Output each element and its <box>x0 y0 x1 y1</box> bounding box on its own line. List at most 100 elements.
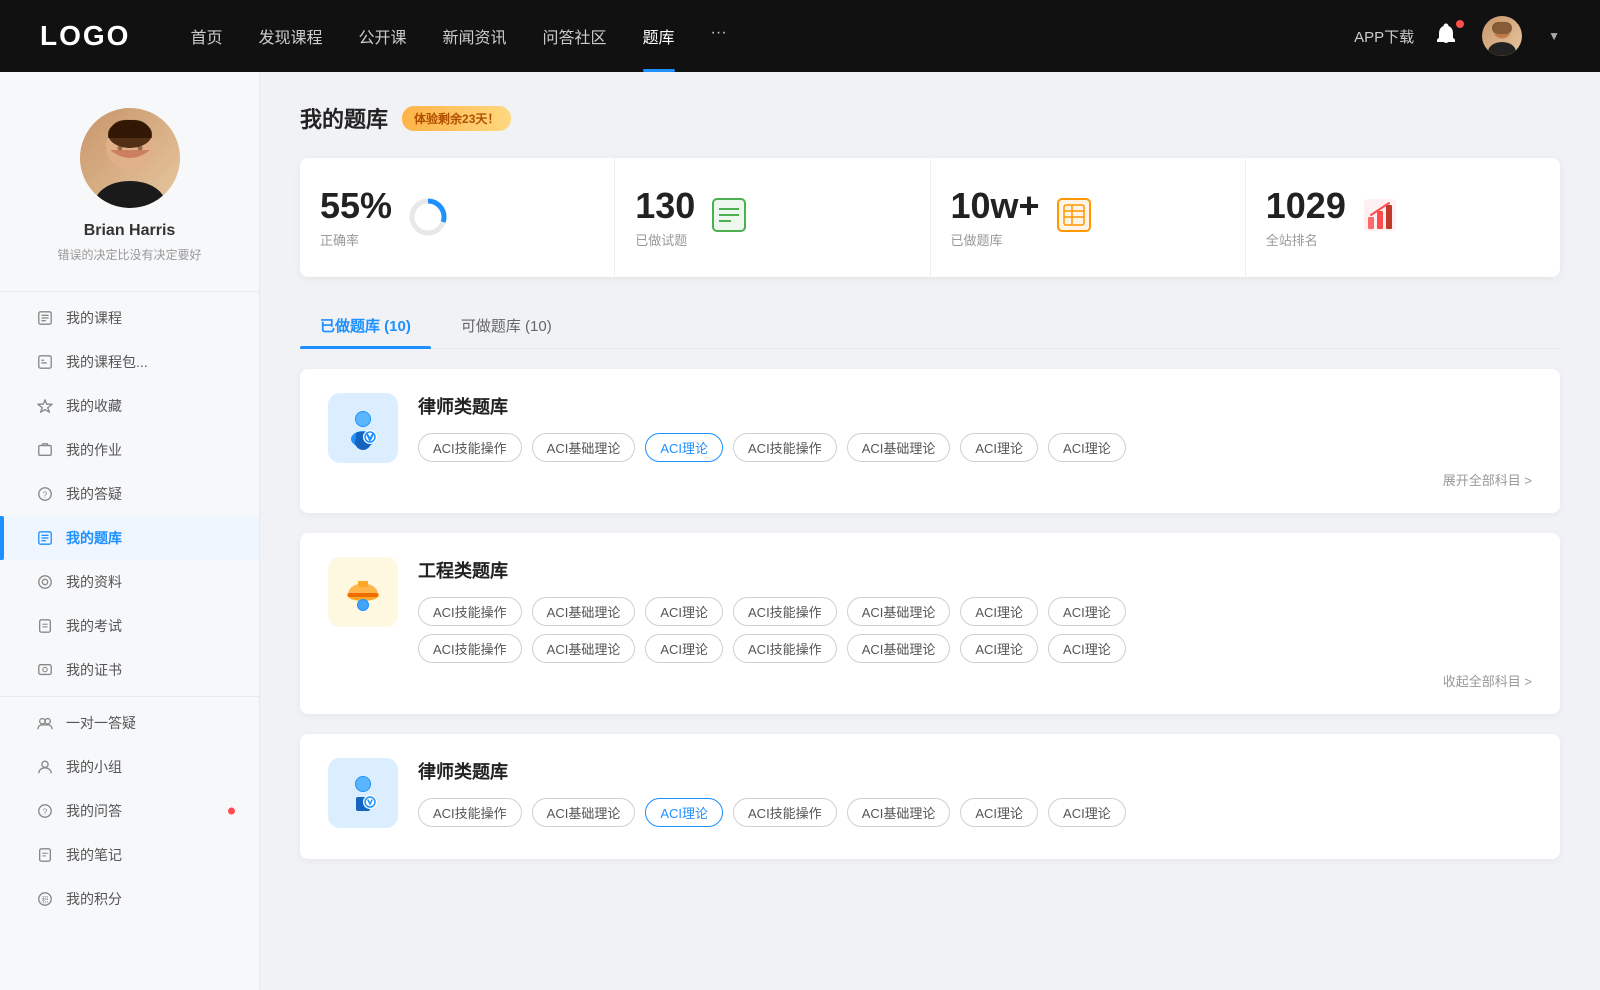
sidebar-item-my-bank[interactable]: 我的题库 <box>0 516 259 560</box>
tag-e1-r1-6[interactable]: ACI理论 <box>1048 597 1126 626</box>
tag-e1-r1-4[interactable]: ACI基础理论 <box>847 597 951 626</box>
tag-e1-r1-1[interactable]: ACI基础理论 <box>532 597 636 626</box>
bank-name-lawyer2: 律师类题库 <box>418 758 1532 784</box>
stat-accuracy-value: 55% <box>320 186 392 226</box>
sidebar-item-my-work[interactable]: 我的作业 <box>0 428 259 472</box>
sidebar-label-my-work: 我的作业 <box>66 440 122 460</box>
lawyer-icon-2 <box>328 758 398 828</box>
nav-news[interactable]: 新闻资讯 <box>443 24 507 48</box>
stat-done-value: 130 <box>635 186 695 226</box>
stat-accuracy-label: 正确率 <box>320 230 392 249</box>
tag-e1-r1-2[interactable]: ACI理论 <box>645 597 723 626</box>
tag-l1-1[interactable]: ACI基础理论 <box>532 433 636 462</box>
nav-more[interactable]: ··· <box>711 24 727 48</box>
notification-badge <box>1456 20 1464 28</box>
sidebar-item-my-cert[interactable]: 我的证书 <box>0 648 259 692</box>
sidebar-label-my-exam: 我的考试 <box>66 616 122 636</box>
point-icon: 积 <box>36 890 54 908</box>
sidebar-item-my-package[interactable]: 我的课程包... <box>0 340 259 384</box>
star-icon <box>36 397 54 415</box>
navbar-right: APP下载 ▼ <box>1354 16 1560 56</box>
sidebar-item-my-data[interactable]: 我的资料 <box>0 560 259 604</box>
tag-e1-r2-4[interactable]: ACI基础理论 <box>847 634 951 663</box>
tags-row-lawyer2: ACI技能操作 ACI基础理论 ACI理论 ACI技能操作 ACI基础理论 AC… <box>418 798 1532 827</box>
questions-icon <box>709 195 753 239</box>
answer-badge <box>228 808 235 815</box>
tag-l2-3[interactable]: ACI技能操作 <box>733 798 837 827</box>
sidebar-item-one-on-one[interactable]: 一对一答疑 <box>0 701 259 745</box>
tags-row-lawyer1: ACI技能操作 ACI基础理论 ACI理论 ACI技能操作 ACI基础理论 AC… <box>418 433 1532 462</box>
tag-l1-2[interactable]: ACI理论 <box>645 433 723 462</box>
tag-l1-3[interactable]: ACI技能操作 <box>733 433 837 462</box>
engineer-icon-1 <box>328 557 398 627</box>
tab-available-banks[interactable]: 可做题库 (10) <box>441 305 572 348</box>
ranking-icon <box>1360 195 1404 239</box>
tag-l2-1[interactable]: ACI基础理论 <box>532 798 636 827</box>
accuracy-chart-icon <box>406 195 450 239</box>
tag-e1-r2-1[interactable]: ACI基础理论 <box>532 634 636 663</box>
sidebar-divider-2 <box>0 696 259 697</box>
sidebar-item-my-answer[interactable]: ? 我的问答 <box>0 789 259 833</box>
tag-e1-r2-0[interactable]: ACI技能操作 <box>418 634 522 663</box>
tag-l1-4[interactable]: ACI基础理论 <box>847 433 951 462</box>
collapse-link-engineer1[interactable]: 收起全部科目 > <box>418 671 1532 690</box>
profile-motto: 错误的决定比没有决定要好 <box>57 246 201 263</box>
svg-text:?: ? <box>43 491 48 500</box>
stat-done-questions: 130 已做试题 <box>615 158 930 277</box>
sidebar-item-my-exam[interactable]: 我的考试 <box>0 604 259 648</box>
tag-l2-5[interactable]: ACI理论 <box>960 798 1038 827</box>
page-header: 我的题库 体验剩余23天！ <box>300 102 1560 134</box>
sidebar-divider-1 <box>0 291 259 292</box>
tag-l2-0[interactable]: ACI技能操作 <box>418 798 522 827</box>
nav-open[interactable]: 公开课 <box>358 24 406 48</box>
package-icon <box>36 353 54 371</box>
tag-e1-r1-5[interactable]: ACI理论 <box>960 597 1038 626</box>
user-avatar[interactable] <box>1482 16 1522 56</box>
tag-l1-0[interactable]: ACI技能操作 <box>418 433 522 462</box>
stat-ranking: 1029 全站排名 <box>1246 158 1560 277</box>
sidebar-item-my-question[interactable]: ? 我的答疑 <box>0 472 259 516</box>
app-download-link[interactable]: APP下载 <box>1354 26 1414 47</box>
page-title: 我的题库 <box>300 102 388 134</box>
tag-e1-r1-3[interactable]: ACI技能操作 <box>733 597 837 626</box>
tag-l2-2[interactable]: ACI理论 <box>645 798 723 827</box>
stat-banks-label: 已做题库 <box>951 230 1040 249</box>
nav-home[interactable]: 首页 <box>190 24 222 48</box>
cert-icon <box>36 661 54 679</box>
tab-done-banks[interactable]: 已做题库 (10) <box>300 305 431 348</box>
sidebar-label-my-bank: 我的题库 <box>66 528 122 548</box>
expand-link-lawyer1[interactable]: 展开全部科目 > <box>418 470 1532 489</box>
one-on-one-icon <box>36 714 54 732</box>
notification-bell[interactable] <box>1434 22 1462 50</box>
sidebar-item-my-course[interactable]: 我的课程 <box>0 296 259 340</box>
sidebar-label-one-on-one: 一对一答疑 <box>66 713 136 733</box>
bank-content-lawyer1: 律师类题库 ACI技能操作 ACI基础理论 ACI理论 ACI技能操作 ACI基… <box>418 393 1532 489</box>
tag-l1-6[interactable]: ACI理论 <box>1048 433 1126 462</box>
tag-e1-r2-5[interactable]: ACI理论 <box>960 634 1038 663</box>
sidebar-item-my-note[interactable]: 我的笔记 <box>0 833 259 877</box>
profile-avatar[interactable] <box>80 108 180 208</box>
group-icon <box>36 758 54 776</box>
tag-e1-r1-0[interactable]: ACI技能操作 <box>418 597 522 626</box>
sidebar-label-my-note: 我的笔记 <box>66 845 122 865</box>
sidebar: Brian Harris 错误的决定比没有决定要好 我的课程 我的课程包... <box>0 72 260 990</box>
stat-done-label: 已做试题 <box>635 230 695 249</box>
tag-l2-6[interactable]: ACI理论 <box>1048 798 1126 827</box>
tag-l2-4[interactable]: ACI基础理论 <box>847 798 951 827</box>
sidebar-item-my-group[interactable]: 我的小组 <box>0 745 259 789</box>
tag-e1-r2-2[interactable]: ACI理论 <box>645 634 723 663</box>
sidebar-item-my-collect[interactable]: 我的收藏 <box>0 384 259 428</box>
work-icon <box>36 441 54 459</box>
tag-e1-r2-3[interactable]: ACI技能操作 <box>733 634 837 663</box>
sidebar-label-my-point: 我的积分 <box>66 889 122 909</box>
user-dropdown-caret[interactable]: ▼ <box>1548 29 1560 43</box>
tag-l1-5[interactable]: ACI理论 <box>960 433 1038 462</box>
sidebar-label-my-answer: 我的问答 <box>66 801 122 821</box>
nav-qa[interactable]: 问答社区 <box>543 24 607 48</box>
nav-bank[interactable]: 题库 <box>643 24 675 48</box>
sidebar-item-my-point[interactable]: 积 我的积分 <box>0 877 259 921</box>
tag-e1-r2-6[interactable]: ACI理论 <box>1048 634 1126 663</box>
tabs-row: 已做题库 (10) 可做题库 (10) <box>300 305 1560 349</box>
svg-text:?: ? <box>43 808 48 817</box>
nav-discover[interactable]: 发现课程 <box>258 24 322 48</box>
